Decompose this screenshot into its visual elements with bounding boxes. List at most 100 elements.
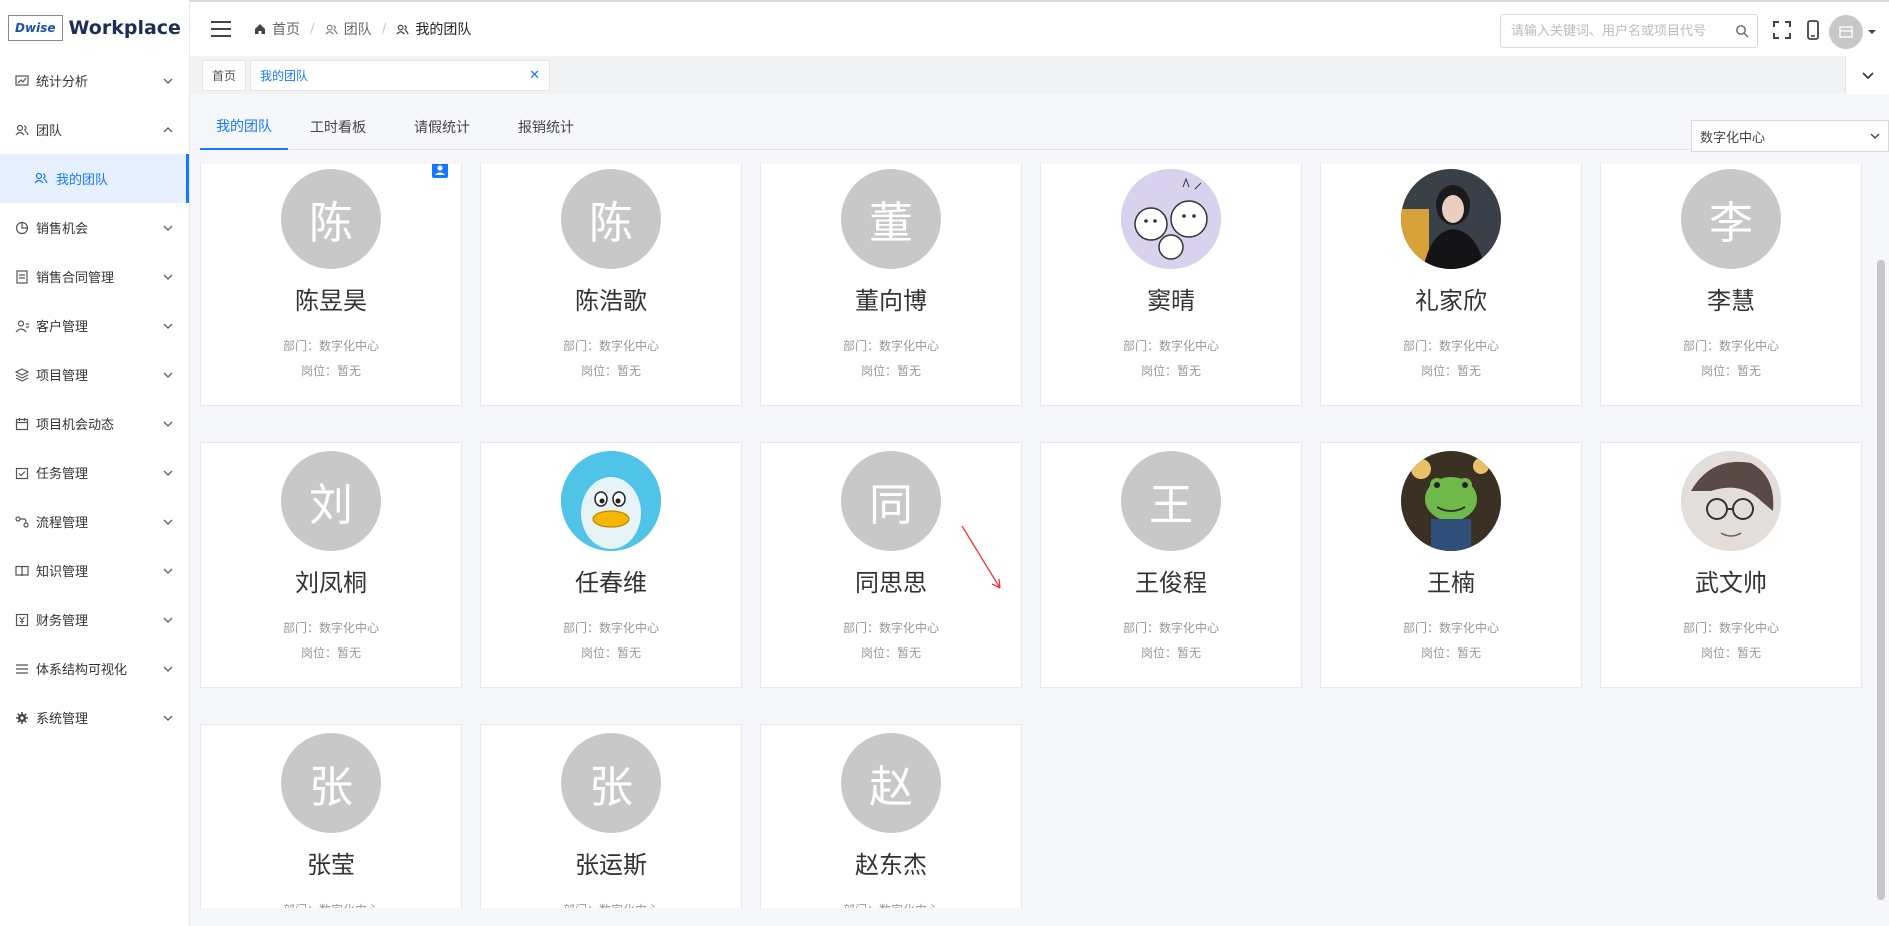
sidebar-item-flow[interactable]: 流程管理 [0,497,189,546]
home-icon [255,24,265,34]
search-box [1500,14,1758,48]
chevron-down-icon [163,225,173,231]
member-department: 部门：数字化中心 [1122,339,1219,353]
member-name: 礼家欣 [1415,287,1487,315]
fullscreen-icon[interactable] [1772,20,1792,40]
sidebar-item-knowledge[interactable]: 知识管理 [0,546,189,595]
tag-my-team[interactable]: 我的团队 ✕ [250,59,551,91]
sidebar-item-project[interactable]: 项目管理 [0,350,189,399]
sidebar-item-sales-opportunity[interactable]: 销售机会 [0,203,189,252]
sidebar-item-customer[interactable]: 客户管理 [0,301,189,350]
member-avatar: 王 [1121,451,1221,551]
member-name: 陈浩歌 [575,287,647,315]
member-avatar: 董 [841,169,941,269]
member-avatar: 张 [561,733,661,833]
member-card[interactable]: 刘刘凤桐 部门：数字化中心 岗位：暂无 [200,442,462,688]
member-position: 岗位：暂无 [300,364,361,378]
member-position: 岗位：暂无 [580,364,641,378]
user-menu[interactable] [1829,15,1877,49]
member-department: 部门：数字化中心 [562,339,659,353]
member-card[interactable]: 张张莹部门：数字化中心岗位：暂无 [200,724,462,908]
sidebar-item-label: 任务管理 [36,467,89,482]
sidebar-item-finance[interactable]: 财务管理 [0,595,189,644]
tabs: 我的团队 工时看板 请假统计 报销统计 数字化中心 [200,104,1889,152]
logo[interactable]: Dwise Workplace [0,0,189,56]
mobile-icon[interactable] [1803,20,1823,40]
search-input[interactable] [1509,22,1735,40]
member-card[interactable]: 武文帅 部门：数字化中心 岗位：暂无 [1600,442,1862,688]
member-department: 部门：数字化中心 [1402,621,1499,635]
member-avatar: 陈 [561,169,661,269]
member-card[interactable]: 张张运斯部门：数字化中心岗位：暂无 [480,724,742,908]
member-card[interactable]: 李李慧 部门：数字化中心 岗位：暂无 [1600,164,1862,406]
department-select-value: 数字化中心 [1700,130,1766,146]
close-icon[interactable]: ✕ [529,68,540,83]
tab-leave-stats[interactable]: 请假统计 [414,104,470,150]
sidebar-item-architecture[interactable]: 体系结构可视化 [0,644,189,693]
chevron-down-icon [163,568,173,574]
chevron-down-icon [163,274,173,280]
member-card[interactable]: 同同思思 部门：数字化中心 岗位：暂无 [760,442,1022,688]
member-name: 陈昱昊 [295,287,367,315]
calendar-icon [14,416,30,432]
sidebar-item-label: 统计分析 [36,75,89,90]
member-avatar [561,451,661,551]
member-card[interactable]: 任春维 部门：数字化中心 岗位：暂无 [480,442,742,688]
member-avatar [1401,169,1501,269]
task-icon [14,465,30,481]
member-avatar: 刘 [281,451,381,551]
pie-icon [14,220,30,236]
layers-icon [14,367,30,383]
tab-label: 我的团队 [216,119,272,135]
sidebar-item-my-team[interactable]: 我的团队 [0,154,189,203]
breadcrumb-home[interactable]: 首页 [254,19,300,39]
breadcrumb: 首页 / 团队 / 我的团队 [254,19,471,39]
sidebar-item-task[interactable]: 任务管理 [0,448,189,497]
sidebar-item-label: 销售机会 [36,222,89,237]
member-card[interactable]: 赵赵东杰部门：数字化中心岗位：暂无 [760,724,1022,908]
member-card[interactable]: 窦晴 部门：数字化中心 岗位：暂无 [1040,164,1302,406]
finance-icon [14,612,30,628]
member-card[interactable]: 陈陈浩歌部门：数字化中心 岗位：暂无 [480,164,742,406]
member-position: 岗位：暂无 [1140,364,1201,378]
department-select[interactable]: 数字化中心 [1691,120,1889,152]
member-card[interactable]: 王王俊程 部门：数字化中心 岗位：暂无 [1040,442,1302,688]
tags-dropdown-button[interactable] [1845,56,1889,94]
member-card[interactable]: 董董向博 部门：数字化中心 岗位：暂无 [760,164,1022,406]
sidebar-item-stats[interactable]: 统计分析 [0,56,189,105]
member-position: 岗位：暂无 [1700,364,1761,378]
member-name: 王俊程 [1135,569,1207,597]
member-position: 岗位：暂无 [860,646,921,660]
hamburger-menu-icon[interactable] [210,20,232,38]
sidebar-item-team[interactable]: 团队 [0,105,189,154]
tab-hours-board[interactable]: 工时看板 [310,104,366,150]
chevron-up-icon [163,126,173,132]
sidebar: Dwise Workplace 统计分析 团队 我的团队 销售机会 销售合同管理 [0,0,190,926]
member-department: 部门：数字化中心 [562,621,659,635]
contact-card-icon[interactable] [431,164,449,179]
tab-label: 工时看板 [310,120,366,136]
sidebar-item-sales-contract[interactable]: 销售合同管理 [0,252,189,301]
tab-my-team[interactable]: 我的团队 [200,104,288,150]
member-card[interactable]: 礼家欣 部门：数字化中心 岗位：暂无 [1320,164,1582,406]
team-icon [14,122,30,138]
breadcrumb-separator: / [310,21,315,37]
member-department: 部门：数字化中心 [282,339,379,353]
search-icon[interactable] [1735,24,1749,38]
chevron-down-icon [163,470,173,476]
tag-home[interactable]: 首页 [202,59,247,91]
member-card[interactable]: 陈陈昱昊 部门：数字化中心 岗位：暂无 [200,164,462,406]
member-card[interactable]: 王楠 部门：数字化中心 岗位：暂无 [1320,442,1582,688]
breadcrumb-label: 我的团队 [415,22,472,38]
sidebar-item-system[interactable]: 系统管理 [0,693,189,742]
breadcrumb-label: 首页 [272,22,300,38]
sidebar-item-project-dynamics[interactable]: 项目机会动态 [0,399,189,448]
member-name: 赵东杰 [855,851,927,879]
member-department: 部门：数字化中心 [842,621,939,635]
scrollbar[interactable] [1877,260,1885,900]
tags-bar: 首页 我的团队 ✕ [190,56,1889,94]
breadcrumb-team[interactable]: 团队 [325,19,372,39]
app-title: Workplace [68,17,181,39]
tab-reimbursement-stats[interactable]: 报销统计 [518,104,574,150]
member-position: 岗位：暂无 [300,646,361,660]
